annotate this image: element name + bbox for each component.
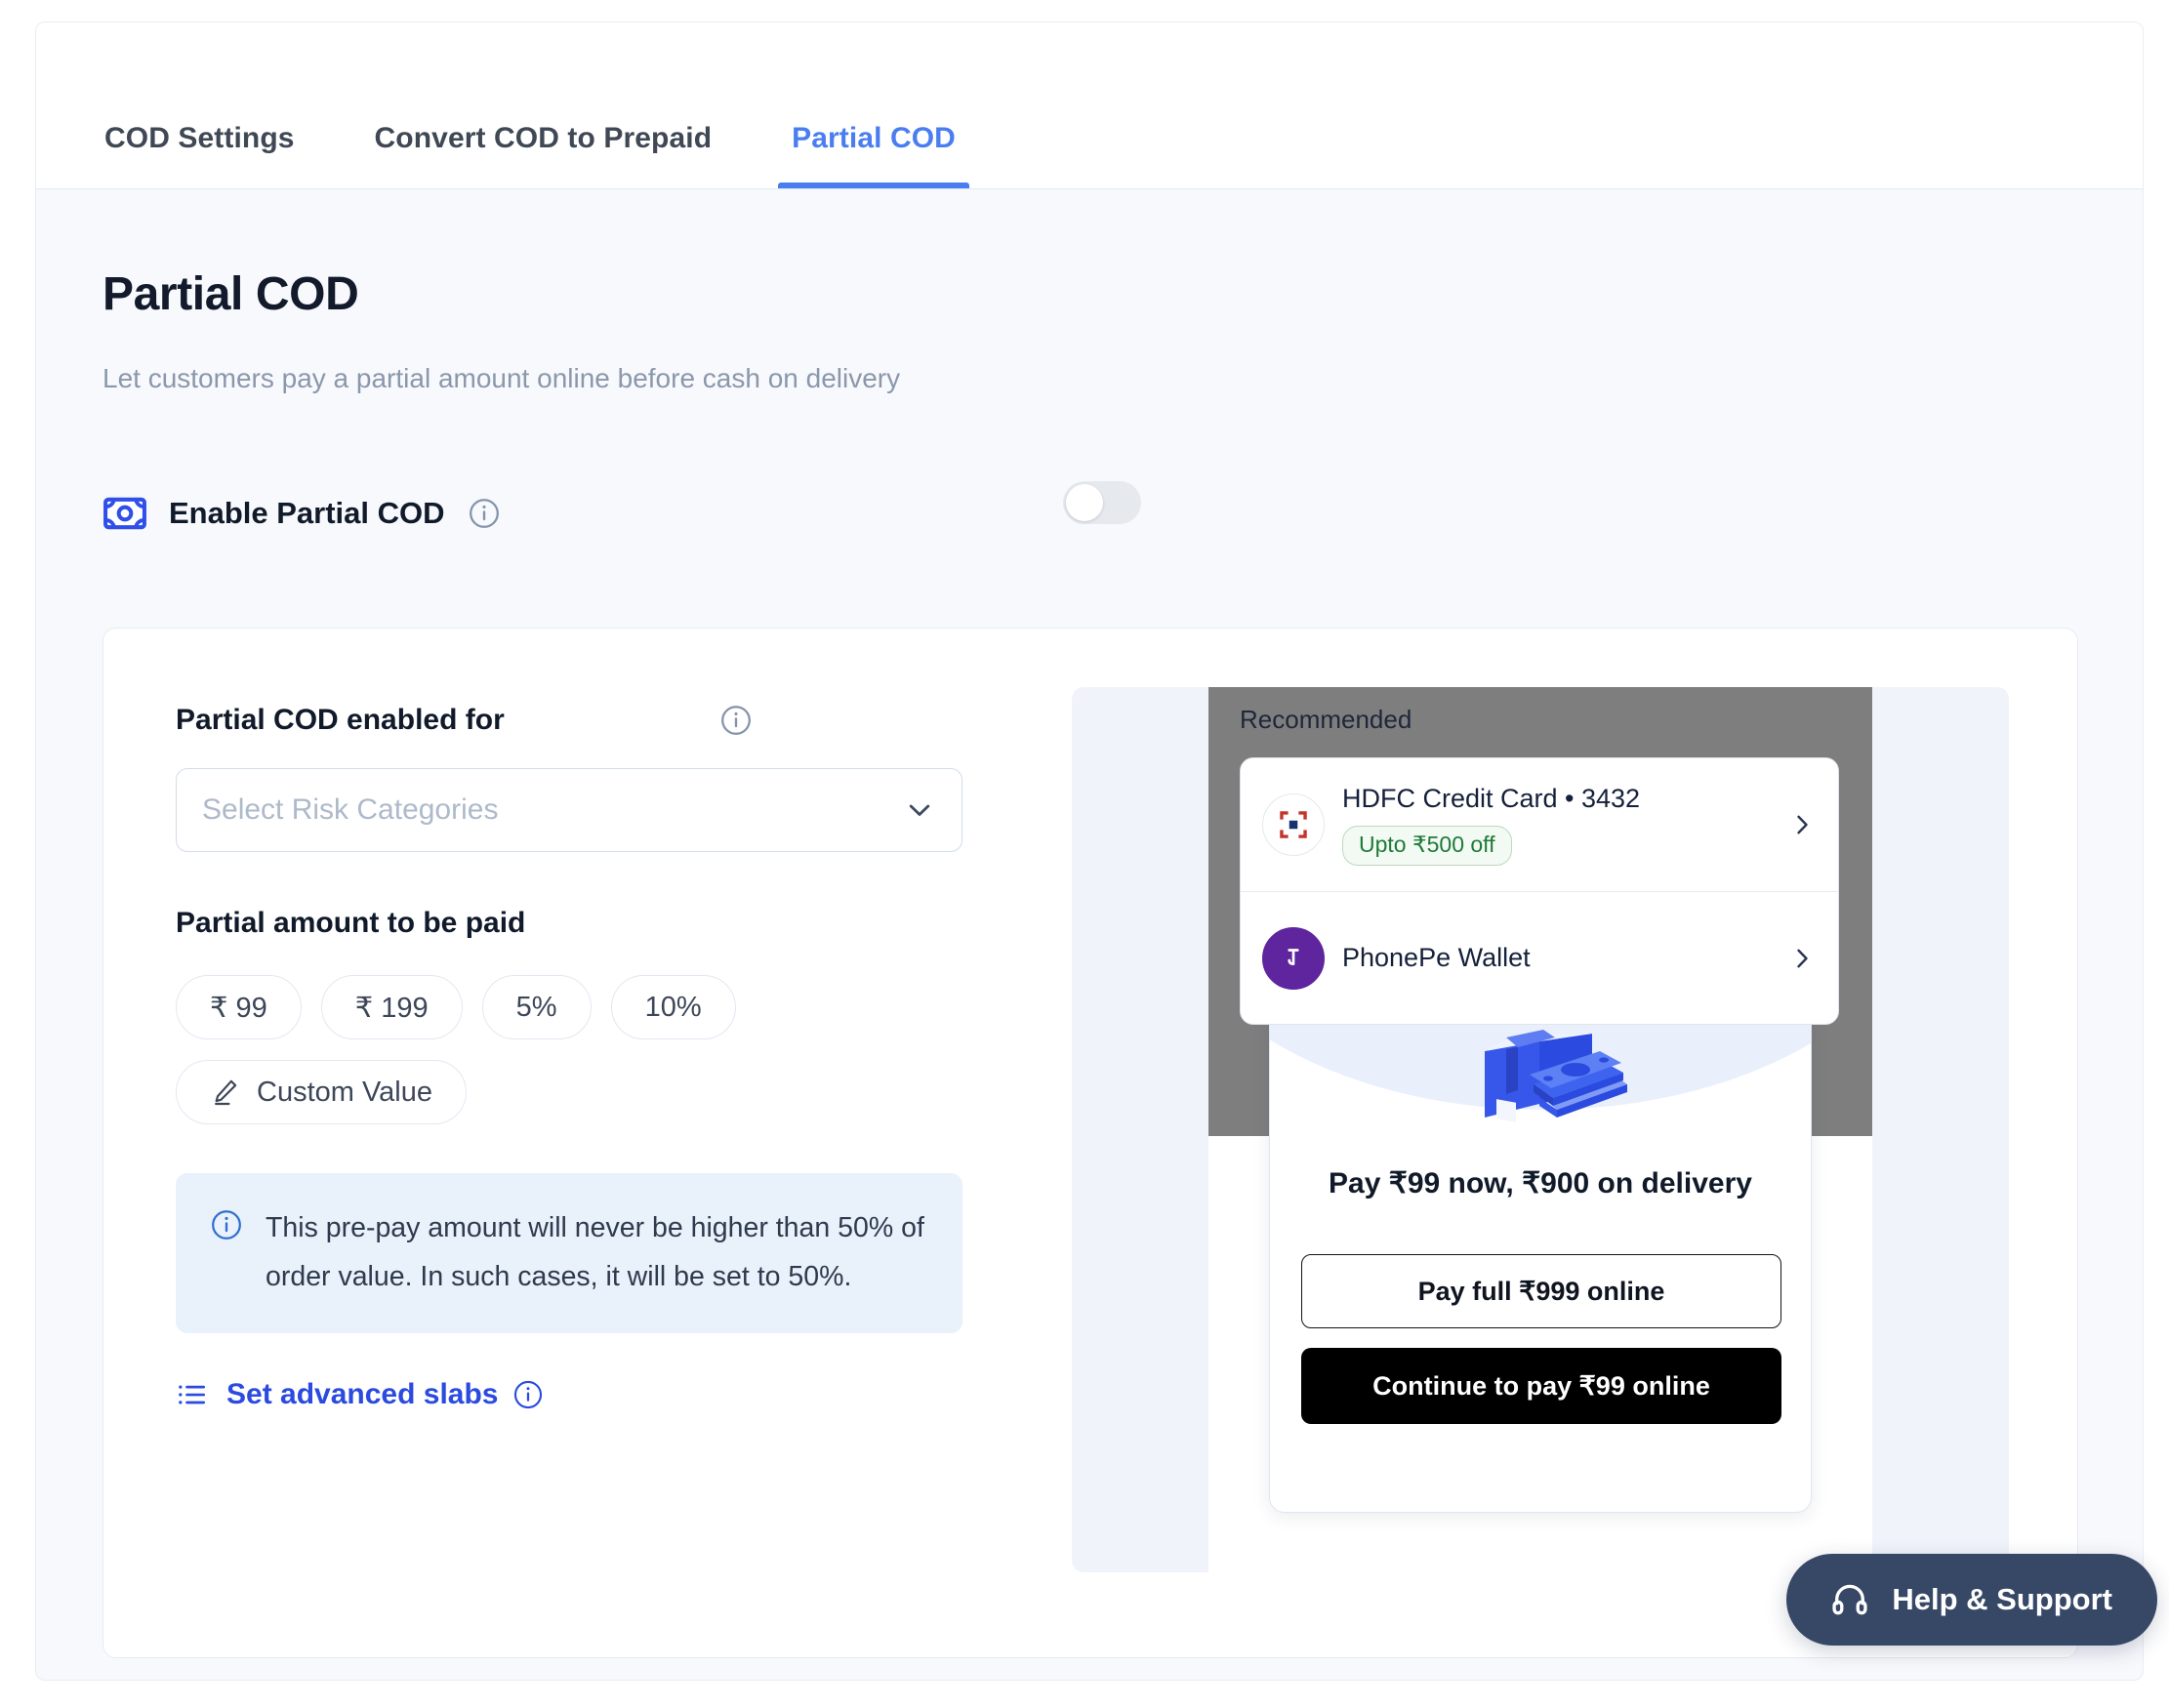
enable-partial-cod-label: Enable Partial COD bbox=[169, 496, 445, 530]
chip-label: 10% bbox=[644, 991, 702, 1023]
advanced-slabs-label: Set advanced slabs bbox=[226, 1378, 499, 1410]
modal-title: Pay ₹99 now, ₹900 on delivery bbox=[1329, 1167, 1752, 1200]
risk-field-header: Partial COD enabled for bbox=[176, 701, 957, 740]
button-label: Pay full ₹999 online bbox=[1417, 1276, 1665, 1306]
amount-chip-row: ₹ 99 ₹ 199 5% 10% bbox=[176, 975, 976, 1039]
tab-cod-settings[interactable]: COD Settings bbox=[104, 122, 295, 188]
amount-chip-99[interactable]: ₹ 99 bbox=[176, 975, 302, 1039]
amount-chip-10-percent[interactable]: 10% bbox=[610, 975, 736, 1039]
continue-to-pay-button[interactable]: Continue to pay ₹99 online bbox=[1301, 1348, 1781, 1424]
risk-categories-placeholder: Select Risk Categories bbox=[202, 793, 499, 826]
page-subtitle: Let customers pay a partial amount onlin… bbox=[102, 363, 901, 393]
settings-form: Partial COD enabled for Select Risk Cate… bbox=[176, 701, 976, 1411]
recommended-heading: Recommended bbox=[1240, 705, 1412, 734]
page-body: Partial COD Let customers pay a partial … bbox=[35, 189, 2144, 1681]
card-network-icon bbox=[1262, 793, 1325, 856]
parcel-cash-illustration bbox=[1485, 1030, 1627, 1122]
list-item[interactable]: HDFC Credit Card • 3432 Upto ₹500 off bbox=[1241, 758, 1838, 891]
list-item[interactable]: PhonePe Wallet bbox=[1241, 891, 1838, 1024]
pencil-icon bbox=[215, 1079, 237, 1106]
custom-value-chip[interactable]: Custom Value bbox=[176, 1060, 467, 1124]
help-and-support-button[interactable]: Help & Support bbox=[1786, 1554, 2157, 1646]
pay-full-online-button[interactable]: Pay full ₹999 online bbox=[1301, 1254, 1781, 1328]
checkout-preview-panel: Recommended HDFC Credit Card • 3432 Upto… bbox=[1072, 687, 2009, 1572]
partial-cod-page: COD Settings Convert COD to Prepaid Part… bbox=[0, 0, 2169, 1708]
tab-partial-cod[interactable]: Partial COD bbox=[778, 122, 969, 188]
amount-chip-5-percent[interactable]: 5% bbox=[481, 975, 592, 1039]
method-info: PhonePe Wallet bbox=[1342, 943, 1787, 973]
custom-chip-row: Custom Value bbox=[176, 1060, 976, 1124]
method-info: HDFC Credit Card • 3432 Upto ₹500 off bbox=[1342, 784, 1787, 866]
chevron-right-icon bbox=[1797, 815, 1808, 834]
notice-text: This pre-pay amount will never be higher… bbox=[266, 1212, 924, 1292]
risk-field-label: Partial COD enabled for bbox=[176, 704, 505, 736]
info-icon bbox=[212, 1210, 241, 1240]
chip-label: 5% bbox=[515, 991, 557, 1023]
button-label: Continue to pay ₹99 online bbox=[1372, 1370, 1710, 1401]
help-and-support-label: Help & Support bbox=[1892, 1582, 2112, 1616]
amount-chip-199[interactable]: ₹ 199 bbox=[320, 975, 463, 1039]
banknote-icon bbox=[103, 497, 146, 530]
pre-pay-notice: This pre-pay amount will never be higher… bbox=[176, 1173, 962, 1333]
info-icon[interactable] bbox=[467, 496, 502, 531]
chip-label: ₹ 99 bbox=[210, 992, 267, 1024]
info-icon[interactable] bbox=[512, 1378, 545, 1411]
phone-mockup: Recommended HDFC Credit Card • 3432 Upto… bbox=[1208, 687, 1872, 1572]
enable-partial-cod-toggle[interactable] bbox=[1063, 481, 1141, 524]
method-name: HDFC Credit Card • 3432 bbox=[1342, 784, 1641, 813]
set-advanced-slabs-link[interactable]: Set advanced slabs bbox=[176, 1378, 556, 1411]
headset-icon bbox=[1832, 1584, 1867, 1615]
toggle-knob bbox=[1066, 484, 1103, 521]
chip-label: Custom Value bbox=[257, 1076, 432, 1108]
info-icon[interactable] bbox=[718, 703, 754, 738]
payment-method-list: HDFC Credit Card • 3432 Upto ₹500 off Ph… bbox=[1240, 757, 1839, 1025]
partial-amount-label: Partial amount to be paid bbox=[176, 907, 526, 939]
tab-label: COD Settings bbox=[104, 122, 295, 154]
partial-cod-settings-panel: Partial COD enabled for Select Risk Cate… bbox=[102, 628, 2078, 1658]
list-icon bbox=[179, 1385, 206, 1404]
method-offer-badge: Upto ₹500 off bbox=[1342, 826, 1512, 866]
tab-convert-cod-to-prepaid[interactable]: Convert COD to Prepaid bbox=[375, 122, 713, 188]
page-title: Partial COD bbox=[102, 268, 359, 320]
chevron-right-icon bbox=[1797, 949, 1808, 967]
tab-label: Partial COD bbox=[792, 122, 956, 154]
chip-label: ₹ 199 bbox=[354, 992, 429, 1024]
partial-cod-modal: Pay ₹99 now, ₹900 on delivery Pay full ₹… bbox=[1269, 943, 1812, 1513]
phonepe-icon bbox=[1262, 926, 1325, 990]
risk-categories-select[interactable]: Select Risk Categories bbox=[176, 768, 962, 852]
chevron-down-icon bbox=[909, 804, 930, 816]
tab-label: Convert COD to Prepaid bbox=[374, 122, 713, 154]
enable-partial-cod-row: Enable Partial COD bbox=[102, 484, 1176, 543]
method-name: PhonePe Wallet bbox=[1342, 943, 1531, 972]
settings-tabbar: COD Settings Convert COD to Prepaid Part… bbox=[35, 21, 2144, 189]
